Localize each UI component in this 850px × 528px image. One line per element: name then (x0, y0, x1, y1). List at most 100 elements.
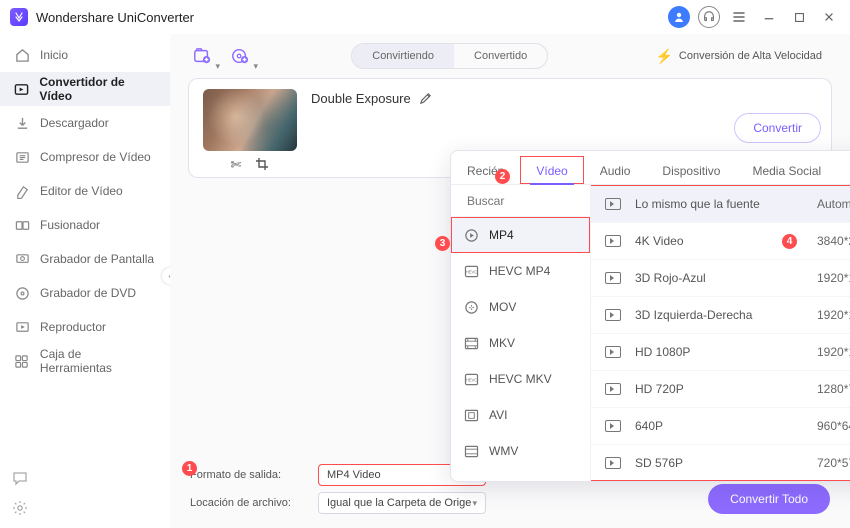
sidebar-item-screen-recorder[interactable]: Grabador de Pantalla (0, 242, 170, 276)
sidebar-item-label: Grabador de DVD (40, 286, 136, 300)
preset-icon (605, 346, 621, 358)
editor-icon (14, 183, 30, 199)
format-label: MOV (489, 300, 516, 314)
sidebar-item-home[interactable]: Inicio (0, 38, 170, 72)
convert-all-button[interactable]: Convertir Todo (708, 484, 830, 514)
sidebar-item-label: Fusionador (40, 218, 100, 232)
format-item[interactable]: AVI (451, 397, 590, 433)
output-format-label: Formato de salida: (190, 469, 308, 481)
screen-recorder-icon (14, 251, 30, 267)
resolution-item[interactable]: Lo mismo que la fuenteAutomático (591, 186, 850, 223)
menu-icon[interactable] (728, 6, 750, 28)
popup-tabs: Recién Vídeo Audio Dispositivo Media Soc… (451, 151, 850, 185)
maximize-icon[interactable] (788, 6, 810, 28)
edit-title-icon[interactable] (419, 92, 432, 105)
location-select[interactable]: Igual que la Carpeta de Origen ▾ (318, 492, 486, 514)
settings-icon[interactable] (10, 498, 30, 518)
resolution-item[interactable]: SD 576P720*576 (591, 445, 850, 481)
format-item[interactable]: HEVC HEVC MP4 (451, 253, 590, 289)
tab-video[interactable]: Vídeo (520, 156, 583, 184)
trim-icon[interactable]: ✄ (231, 157, 242, 173)
feedback-icon[interactable] (10, 468, 30, 488)
format-item[interactable]: WMV (451, 433, 590, 469)
resolution-item[interactable]: 4K Video 3840*2160 (591, 223, 850, 260)
sidebar-item-downloader[interactable]: Descargador (0, 106, 170, 140)
format-label: WMV (489, 444, 518, 458)
preset-icon (605, 457, 621, 469)
compressor-icon (14, 149, 30, 165)
resolution-item[interactable]: HD 720P 1280*720 (591, 371, 850, 408)
high-speed-toggle[interactable]: ⚡ Conversión de Alta Velocidad (645, 48, 832, 65)
format-search[interactable] (451, 185, 590, 217)
resolution-item[interactable]: 640P960*640 (591, 408, 850, 445)
add-disc-button[interactable]: ▾ (226, 42, 254, 70)
sidebar-item-label: Compresor de Vídeo (40, 150, 151, 164)
callout-badge-3: 3 (435, 236, 450, 251)
chevron-down-icon: ▾ (472, 498, 477, 509)
resolution-value: 1920*1080 (817, 308, 850, 322)
format-popup: Recién Vídeo Audio Dispositivo Media Soc… (450, 150, 850, 482)
tab-converted[interactable]: Convertido (454, 44, 547, 68)
video-thumbnail[interactable] (203, 89, 297, 151)
sidebar-item-dvd-burner[interactable]: Grabador de DVD (0, 276, 170, 310)
sidebar-item-merger[interactable]: Fusionador (0, 208, 170, 242)
status-segment: Convirtiendo Convertido (351, 43, 548, 69)
callout-badge-4: 4 (782, 234, 797, 249)
resolution-value: 3840*2160 (817, 234, 850, 248)
preset-icon (605, 383, 621, 395)
account-icon[interactable] (668, 6, 690, 28)
format-item[interactable]: MP4 (451, 217, 590, 253)
resolution-value: 1280*720 (817, 382, 850, 396)
main-panel: ▾ ▾ Convirtiendo Convertido ⚡ Conversión… (170, 34, 850, 528)
svg-text:HEVC: HEVC (465, 269, 477, 274)
resolution-item[interactable]: 3D Izquierda-Derecha1920*1080 (591, 297, 850, 334)
resolution-name: HD 1080P (635, 345, 803, 359)
app-logo (10, 8, 28, 26)
tab-audio[interactable]: Audio (584, 156, 647, 184)
sidebar-item-toolbox[interactable]: Caja de Herramientas (0, 344, 170, 378)
format-item[interactable]: HEVCHEVC MKV (451, 361, 590, 397)
sidebar-item-compressor[interactable]: Compresor de Vídeo (0, 140, 170, 174)
format-icon: HEVC (463, 263, 479, 279)
tab-converting[interactable]: Convirtiendo (352, 44, 454, 68)
resolution-value: 1920*1080 (817, 345, 850, 359)
format-label: AVI (489, 408, 507, 422)
chevron-down-icon: ▾ (215, 61, 220, 72)
preset-icon (605, 420, 621, 432)
format-label: MKV (489, 336, 515, 350)
location-label: Locación de archivo: (190, 497, 308, 509)
format-icon (463, 443, 479, 459)
resolution-column: Lo mismo que la fuenteAutomático4K Video… (591, 185, 850, 481)
minimize-icon[interactable] (758, 6, 780, 28)
tab-device[interactable]: Dispositivo (646, 156, 736, 184)
format-icon: HEVC (463, 371, 479, 387)
tab-social[interactable]: Media Social (736, 156, 837, 184)
download-icon (14, 115, 30, 131)
resolution-value: 1920*1080 (817, 271, 850, 285)
sidebar-item-converter[interactable]: Convertidor de Vídeo (0, 72, 170, 106)
chevron-down-icon: ▾ (253, 61, 258, 72)
sidebar-item-label: Convertidor de Vídeo (39, 75, 156, 103)
resolution-name: 4K Video (635, 234, 803, 248)
close-icon[interactable] (818, 6, 840, 28)
format-item[interactable]: MKV (451, 325, 590, 361)
toolbox-icon (14, 353, 30, 369)
title-bar: Wondershare UniConverter (0, 0, 850, 34)
sidebar-item-label: Caja de Herramientas (40, 347, 156, 375)
support-icon[interactable] (698, 6, 720, 28)
preset-icon (605, 198, 621, 210)
player-icon (14, 319, 30, 335)
bolt-icon: ⚡ (655, 48, 672, 65)
sidebar-item-player[interactable]: Reproductor (0, 310, 170, 344)
tab-recent[interactable]: Recién (451, 156, 520, 184)
resolution-item[interactable]: 3D Rojo-Azul1920*1080 (591, 260, 850, 297)
resolution-item[interactable]: HD 1080P 1920*1080 (591, 334, 850, 371)
crop-icon[interactable] (255, 157, 269, 173)
convert-item-button[interactable]: Convertir (734, 113, 821, 143)
format-column: MP4 HEVC HEVC MP4 MOV MKV HEVCHEVC MKV AVI WMV (451, 185, 591, 481)
sidebar-item-editor[interactable]: Editor de Vídeo (0, 174, 170, 208)
format-item[interactable]: MOV (451, 289, 590, 325)
format-label: HEVC MP4 (489, 264, 550, 278)
add-file-button[interactable]: ▾ (188, 42, 216, 70)
resolution-name: HD 720P (635, 382, 803, 396)
